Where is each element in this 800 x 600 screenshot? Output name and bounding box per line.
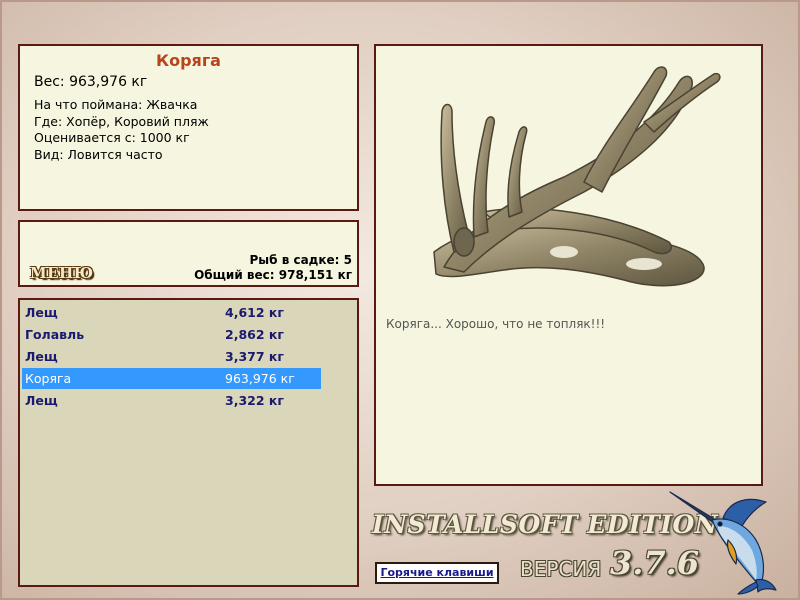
fish-weight: 2,862 кг (225, 327, 284, 342)
catch-weight: Вес: 963,976 кг (34, 74, 148, 90)
fish-list-item[interactable]: Лещ 3,322 кг (22, 390, 321, 411)
stats-panel: МЕНЮ Рыб в садке: 5 Общий вес: 978,151 к… (18, 220, 359, 287)
catch-info-panel: Коряга Вес: 963,976 кг На что поймана: Ж… (18, 44, 359, 211)
fish-name: Лещ (25, 349, 58, 364)
fish-list-item[interactable]: Голавль 2,862 кг (22, 324, 321, 345)
fish-name: Голавль (25, 327, 85, 342)
version-label: ВЕРСИЯ (520, 557, 602, 581)
fish-list-item-selected[interactable]: Коряга 963,976 кг (22, 368, 321, 389)
total-weight: Общий вес: 978,151 кг (194, 268, 352, 282)
keepnet-stats: Рыб в садке: 5 Общий вес: 978,151 кг (194, 253, 352, 283)
fish-count: Рыб в садке: 5 (249, 253, 353, 267)
catch-bait: На что поймана: Жвачка (34, 97, 198, 112)
fish-list-item[interactable]: Лещ 4,612 кг (22, 302, 321, 323)
catch-picture-panel: Коряга... Хорошо, что не топляк!!! (374, 44, 763, 486)
driftwood-image (433, 66, 721, 287)
catch-value: Оценивается с: 1000 кг (34, 130, 190, 145)
menu-button[interactable]: МЕНЮ (30, 264, 94, 282)
fish-weight: 4,612 кг (225, 305, 284, 320)
fish-name: Коряга (25, 371, 72, 386)
fish-name: Лещ (25, 305, 58, 320)
hotkeys-link[interactable]: Горячие клавиши (375, 562, 499, 584)
catch-details: На что поймана: Жвачка Где: Хопёр, Коров… (34, 97, 209, 163)
fish-weight: 963,976 кг (225, 371, 295, 386)
brand-title: INSTALLSOFT EDITION (372, 510, 719, 539)
fish-name: Лещ (25, 393, 58, 408)
fish-weight: 3,322 кг (225, 393, 284, 408)
marlin-icon (669, 491, 777, 595)
catch-location: Где: Хопёр, Коровий пляж (34, 113, 209, 129)
fish-weight: 3,377 кг (225, 349, 284, 364)
fish-list[interactable]: Лещ 4,612 кг Голавль 2,862 кг Лещ 3,377 … (18, 298, 359, 587)
catch-kind: Вид: Ловится часто (34, 146, 163, 162)
catch-title: Коряга (156, 51, 221, 70)
catch-description: Коряга... Хорошо, что не топляк!!! (386, 317, 606, 331)
fish-list-item[interactable]: Лещ 3,377 кг (22, 346, 321, 367)
